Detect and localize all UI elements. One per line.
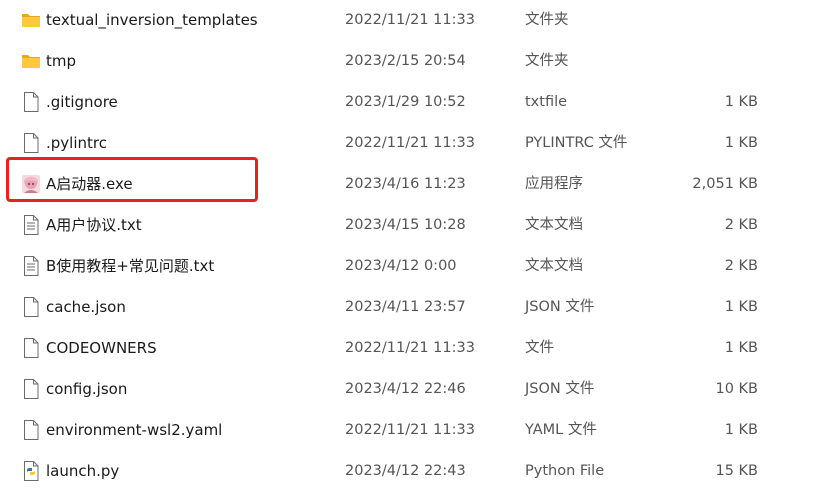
file-row-tutorial[interactable]: B使用教程+常见问题.txt 2023/4/12 0:00 文本文档 2 KB <box>0 246 814 287</box>
file-date: 2022/11/21 11:33 <box>345 12 475 28</box>
file-row-environment-yaml[interactable]: environment-wsl2.yaml 2022/11/21 11:33 Y… <box>0 410 814 451</box>
file-name: A用户协议.txt <box>46 216 142 234</box>
file-date: 2023/4/12 0:00 <box>345 258 457 274</box>
file-row-codeowners[interactable]: CODEOWNERS 2022/11/21 11:33 文件 1 KB <box>0 328 814 369</box>
file-type: YAML 文件 <box>525 422 597 438</box>
file-type: 文本文档 <box>525 258 583 274</box>
file-row-cache-json[interactable]: cache.json 2023/4/11 23:57 JSON 文件 1 KB <box>0 287 814 328</box>
file-date: 2023/4/12 22:43 <box>345 463 466 479</box>
file-type: 文件 <box>525 340 554 356</box>
document-icon <box>21 419 41 441</box>
file-type: JSON 文件 <box>525 299 595 315</box>
file-type: PYLINTRC 文件 <box>525 135 628 151</box>
folder-icon <box>21 51 41 73</box>
file-size: 1 KB <box>724 299 758 315</box>
file-size: 2 KB <box>724 217 758 233</box>
file-name: config.json <box>46 380 128 398</box>
file-name: A启动器.exe <box>46 175 133 193</box>
file-type: 文件夹 <box>525 12 569 28</box>
file-name: launch.py <box>46 462 120 480</box>
python-file-icon <box>21 460 41 482</box>
document-icon <box>21 378 41 400</box>
file-row-pylintrc[interactable]: .pylintrc 2022/11/21 11:33 PYLINTRC 文件 1… <box>0 123 814 164</box>
file-size: 1 KB <box>724 94 758 110</box>
text-document-icon <box>21 255 41 277</box>
document-icon <box>21 91 41 113</box>
file-name: environment-wsl2.yaml <box>46 421 223 439</box>
file-date: 2023/4/12 22:46 <box>345 381 466 397</box>
file-date: 2022/11/21 11:33 <box>345 340 475 356</box>
document-icon <box>21 296 41 318</box>
file-name: B使用教程+常见问题.txt <box>46 257 215 275</box>
file-type: JSON 文件 <box>525 381 595 397</box>
file-name: .gitignore <box>46 93 118 111</box>
file-date: 2023/4/11 23:57 <box>345 299 466 315</box>
file-size: 2,051 KB <box>692 176 758 192</box>
file-date: 2022/11/21 11:33 <box>345 422 475 438</box>
file-date: 2022/11/21 11:33 <box>345 135 475 151</box>
file-name: CODEOWNERS <box>46 339 157 357</box>
file-size: 15 KB <box>715 463 758 479</box>
file-row-user-agreement[interactable]: A用户协议.txt 2023/4/15 10:28 文本文档 2 KB <box>0 205 814 246</box>
file-row-tmp[interactable]: tmp 2023/2/15 20:54 文件夹 <box>0 41 814 82</box>
file-date: 2023/2/15 20:54 <box>345 53 466 69</box>
file-list: textual_inversion_templates 2022/11/21 1… <box>0 0 814 489</box>
file-row-gitignore[interactable]: .gitignore 2023/1/29 10:52 txtfile 1 KB <box>0 82 814 123</box>
text-document-icon <box>21 214 41 236</box>
file-type: 文件夹 <box>525 53 569 69</box>
file-date: 2023/4/16 11:23 <box>345 176 466 192</box>
file-row-textual-inversion-templates[interactable]: textual_inversion_templates 2022/11/21 1… <box>0 0 814 41</box>
file-name: textual_inversion_templates <box>46 11 258 29</box>
file-size: 1 KB <box>724 422 758 438</box>
file-type: Python File <box>525 463 605 479</box>
folder-icon <box>21 10 41 32</box>
app-icon <box>21 174 41 196</box>
file-name: .pylintrc <box>46 134 107 152</box>
file-size: 1 KB <box>724 340 758 356</box>
file-type: 应用程序 <box>525 176 583 192</box>
file-row-launcher-exe[interactable]: A启动器.exe 2023/4/16 11:23 应用程序 2,051 KB <box>0 164 814 205</box>
file-name: tmp <box>46 52 77 70</box>
file-type: 文本文档 <box>525 217 583 233</box>
file-size: 10 KB <box>715 381 758 397</box>
file-name: cache.json <box>46 298 126 316</box>
document-icon <box>21 337 41 359</box>
document-icon <box>21 132 41 154</box>
file-date: 2023/4/15 10:28 <box>345 217 466 233</box>
file-size: 2 KB <box>724 258 758 274</box>
file-row-launch-py[interactable]: launch.py 2023/4/12 22:43 Python File 15… <box>0 451 814 492</box>
file-size: 1 KB <box>724 135 758 151</box>
file-row-config-json[interactable]: config.json 2023/4/12 22:46 JSON 文件 10 K… <box>0 369 814 410</box>
file-type: txtfile <box>525 94 568 110</box>
file-date: 2023/1/29 10:52 <box>345 94 466 110</box>
